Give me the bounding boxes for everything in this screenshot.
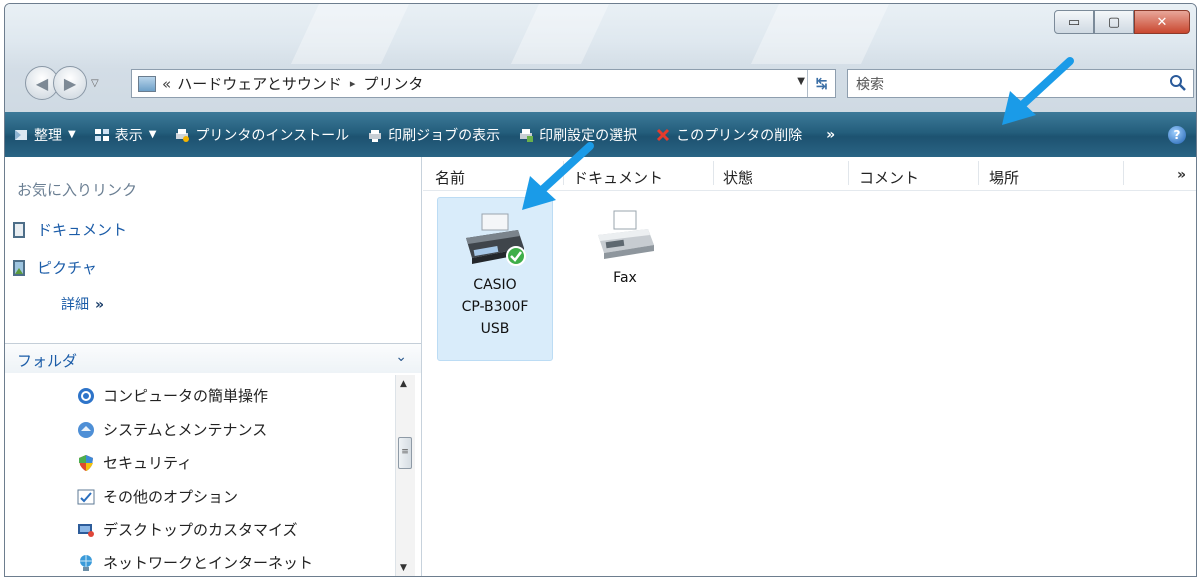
- printer-label-line-1: CASIO: [473, 277, 517, 293]
- fax-icon: [598, 210, 654, 259]
- delete-icon: [657, 128, 670, 141]
- column-header-documents[interactable]: ドキュメント: [573, 167, 663, 188]
- delete-printer-button[interactable]: このプリンタの削除: [655, 125, 802, 145]
- minimize-button[interactable]: ▭: [1054, 10, 1094, 34]
- address-dropdown-icon[interactable]: ▼: [797, 76, 805, 87]
- recent-pages-dropdown-icon[interactable]: ▽: [91, 78, 99, 89]
- scroll-up-icon[interactable]: ▲: [400, 379, 407, 389]
- organize-icon: [15, 129, 27, 140]
- refresh-icon: ↹: [815, 75, 828, 92]
- tree-item-desktop-customize[interactable]: デスクトップのカスタマイズ: [77, 519, 298, 540]
- views-menu[interactable]: 表示 ▼: [94, 125, 156, 145]
- navigation-buttons: ◀ ▶ ▽: [25, 66, 99, 100]
- folders-scrollbar[interactable]: ▲ ≡ ▼: [395, 375, 415, 576]
- search-placeholder: 検索: [856, 76, 884, 93]
- printer-label-fax: Fax: [613, 270, 637, 286]
- printer-item-fax[interactable]: Fax: [567, 197, 683, 297]
- organize-menu[interactable]: 整理 ▼: [13, 125, 76, 145]
- window-controls: ▭ ▢ ✕: [1054, 10, 1190, 34]
- explorer-window: ▭ ▢ ✕ ◀ ▶ ▽ « ハードウェアとサウンド ▸ プリンタ ▼ ↹ 検索: [4, 3, 1197, 577]
- printer-label-line-3: USB: [480, 321, 510, 337]
- close-button[interactable]: ✕: [1134, 10, 1190, 34]
- back-arrow-icon: ◀: [35, 73, 49, 93]
- desktop-customize-icon: [78, 523, 94, 537]
- favorite-links-more[interactable]: 詳細»: [61, 294, 104, 314]
- column-header-status[interactable]: 状態: [723, 167, 753, 188]
- title-bar: ▭ ▢ ✕ ◀ ▶ ▽ « ハードウェアとサウンド ▸ プリンタ ▼ ↹ 検索: [5, 4, 1196, 112]
- refresh-button[interactable]: ↹: [807, 70, 835, 97]
- favorite-link-pictures[interactable]: ピクチャ: [13, 257, 97, 278]
- print-prefs-icon: [520, 128, 534, 142]
- column-header-name[interactable]: 名前: [435, 167, 465, 188]
- network-internet-icon: [80, 554, 92, 571]
- forward-button[interactable]: ▶: [53, 66, 87, 100]
- printer-label-line-2: CP-B300F: [461, 299, 529, 315]
- ease-of-access-icon: [78, 387, 94, 404]
- tree-item-network-internet[interactable]: ネットワークとインターネット: [77, 552, 313, 573]
- scroll-thumb[interactable]: ≡: [398, 437, 412, 469]
- columns-overflow-chevron[interactable]: »: [1177, 167, 1186, 183]
- breadcrumb-separator-icon[interactable]: ▸: [350, 77, 356, 90]
- maximize-button[interactable]: ▢: [1094, 10, 1134, 34]
- pictures-icon: [13, 259, 25, 276]
- favorite-link-documents[interactable]: ドキュメント: [13, 219, 127, 240]
- tree-item-security[interactable]: セキュリティ: [77, 452, 192, 473]
- print-queue-button[interactable]: 印刷ジョブの表示: [367, 125, 500, 145]
- column-header-comment[interactable]: コメント: [859, 167, 919, 188]
- documents-icon: [13, 221, 25, 238]
- favorite-links-heading: お気に入りリンク: [17, 181, 138, 199]
- search-input[interactable]: 検索: [847, 69, 1194, 98]
- tree-item-system-maintenance[interactable]: システムとメンテナンス: [77, 419, 267, 440]
- system-maintenance-icon: [78, 421, 94, 438]
- tree-item-other-options[interactable]: その他のオプション: [77, 486, 238, 507]
- folders-header[interactable]: フォルダ ⌄: [5, 343, 421, 373]
- other-options-icon: [77, 489, 95, 504]
- add-printer-button[interactable]: プリンタのインストール: [174, 125, 349, 145]
- add-printer-icon: [176, 128, 190, 142]
- address-bar[interactable]: « ハードウェアとサウンド ▸ プリンタ ▼ ↹: [131, 69, 836, 98]
- help-icon[interactable]: ?: [1168, 126, 1186, 144]
- search-icon[interactable]: [1169, 74, 1187, 92]
- breadcrumb-hardware-sound[interactable]: ハードウェアとサウンド: [177, 73, 342, 94]
- chevron-down-icon[interactable]: ⌄: [395, 349, 407, 365]
- file-list-pane: 名前 ドキュメント 状態 コメント 場所 » CASIO CP-B300F US…: [423, 157, 1196, 576]
- tree-item-ease-of-access[interactable]: コンピュータの簡単操作: [77, 385, 268, 406]
- column-header-location[interactable]: 場所: [989, 167, 1019, 188]
- scroll-down-icon[interactable]: ▼: [400, 563, 407, 573]
- control-panel-icon: [138, 75, 156, 92]
- printer-default-icon: [466, 213, 526, 266]
- navigation-pane: お気に入りリンク ドキュメント ピクチャ 詳細» フォルダ ⌄ コンピュータの簡…: [5, 157, 422, 576]
- breadcrumb-printers[interactable]: プリンタ: [363, 73, 423, 94]
- print-queue-icon: [369, 129, 382, 142]
- printer-item-casio[interactable]: CASIO CP-B300F USB: [437, 197, 553, 361]
- column-headers: 名前 ドキュメント 状態 コメント 場所 »: [423, 157, 1196, 191]
- print-preferences-button[interactable]: 印刷設定の選択: [518, 125, 637, 145]
- security-icon: [79, 454, 93, 471]
- toolbar-overflow-chevron[interactable]: »: [826, 127, 835, 143]
- address-overflow-chevron[interactable]: «: [162, 75, 171, 93]
- folders-title: フォルダ: [17, 352, 78, 370]
- command-bar: 整理 ▼ 表示 ▼ プリンタのインストール 印刷ジョブの表示 印刷設定の選択 このプ…: [5, 112, 1196, 157]
- views-icon: [94, 128, 109, 141]
- forward-arrow-icon: ▶: [63, 73, 77, 93]
